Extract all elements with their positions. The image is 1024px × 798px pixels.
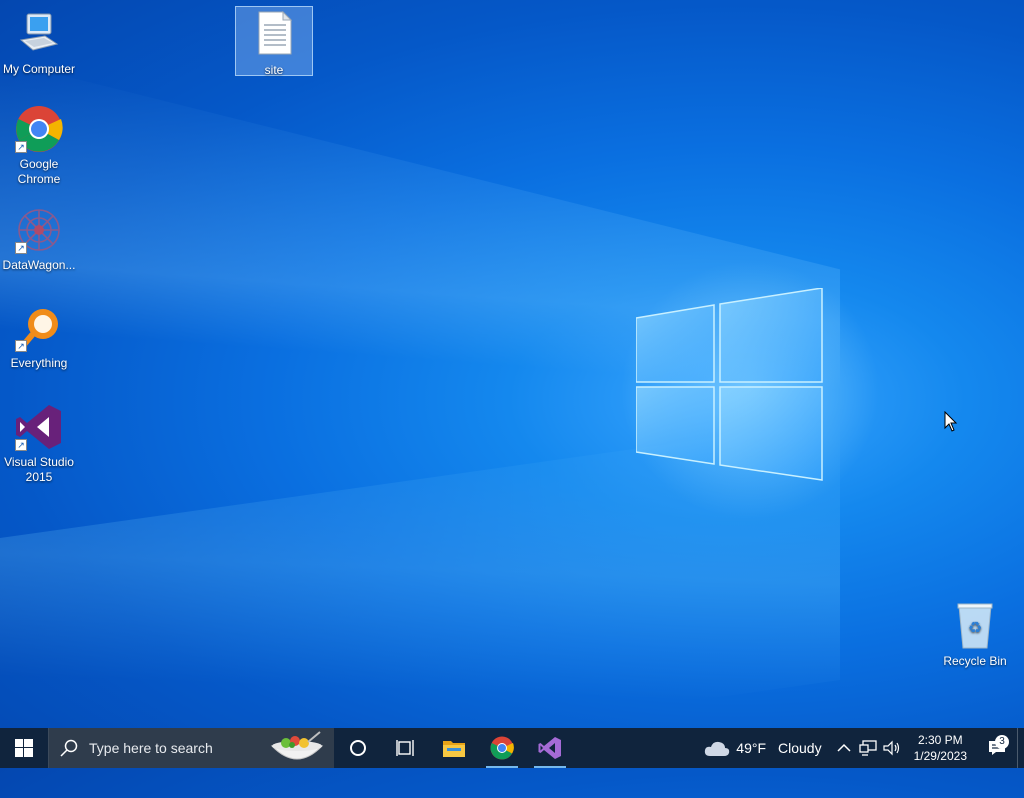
network-wired-icon [858, 740, 877, 756]
desktop-icon-label: Google Chrome [17, 157, 61, 186]
desktop-icon-datawagon[interactable]: ↗ DataWagon... [0, 206, 78, 273]
shortcut-arrow-icon: ↗ [15, 439, 27, 451]
start-button[interactable] [0, 728, 48, 768]
weather-widget[interactable]: 49°F Cloudy [694, 739, 831, 757]
shortcut-arrow-icon: ↗ [15, 242, 27, 254]
cloud-icon [705, 741, 730, 756]
folder-icon [443, 741, 465, 757]
search-highlight-salad-bowl-icon [270, 731, 324, 760]
datawagon-icon: ↗ [15, 206, 63, 254]
desktop-icon-label: site [264, 63, 284, 77]
show-desktop-button[interactable] [1017, 728, 1024, 768]
computer-icon [15, 10, 63, 58]
volume-button[interactable] [880, 740, 904, 756]
text-file-icon [250, 10, 298, 59]
mouse-cursor-icon [944, 411, 958, 432]
speaker-icon [883, 740, 899, 756]
desktop-icon-my-computer[interactable]: My Computer [0, 10, 78, 77]
desktop-icon-label: Visual Studio 2015 [4, 455, 74, 484]
windows-logo-wallpaper [636, 288, 823, 481]
cortana-button[interactable] [334, 728, 382, 768]
taskbar-file-explorer[interactable] [430, 728, 478, 768]
taskbar-google-chrome[interactable] [478, 728, 526, 768]
network-button[interactable] [856, 740, 880, 756]
search-placeholder: Type here to search [89, 740, 213, 756]
search-icon [49, 739, 89, 757]
desktop-icon-google-chrome[interactable]: ↗ Google Chrome [0, 105, 78, 187]
desktop-icon-label: My Computer [2, 62, 76, 76]
cortana-circle-icon [350, 740, 366, 756]
taskbar-search-box[interactable]: Type here to search [48, 728, 334, 768]
taskbar: Type here to search 49°F Cloudy 2:30 PM … [0, 728, 1024, 768]
action-center-button[interactable]: 3 [977, 735, 1017, 756]
system-tray: 49°F Cloudy 2:30 PM 1/29/2023 3 [694, 728, 1024, 768]
weather-condition: Cloudy [778, 740, 822, 756]
show-hidden-icons-button[interactable] [832, 743, 856, 753]
task-view-button[interactable] [382, 728, 430, 768]
visual-studio-icon [538, 737, 561, 759]
weather-temperature: 49°F [736, 740, 767, 756]
desktop-icon-visual-studio-2015[interactable]: ↗ Visual Studio 2015 [0, 403, 78, 485]
visual-studio-icon: ↗ [15, 403, 63, 451]
chrome-icon [490, 736, 514, 760]
everything-search-icon: ↗ [15, 304, 63, 352]
desktop-icon-everything[interactable]: ↗ Everything [0, 304, 78, 371]
clock-date: 1/29/2023 [913, 749, 967, 763]
desktop-icon-label: Everything [10, 356, 68, 370]
chevron-up-icon [837, 743, 851, 752]
windows-start-icon [15, 739, 33, 757]
shortcut-arrow-icon: ↗ [15, 340, 27, 352]
desktop-icon-site-file[interactable]: site [235, 6, 313, 77]
recycle-bin-icon: ♻ [951, 602, 999, 650]
taskbar-clock[interactable]: 2:30 PM 1/29/2023 [904, 732, 977, 764]
chrome-icon: ↗ [15, 105, 63, 153]
svg-text:♻: ♻ [968, 618, 982, 637]
desktop-icon-recycle-bin[interactable]: ♻ Recycle Bin [936, 602, 1014, 669]
notification-count-badge: 3 [995, 735, 1009, 749]
taskbar-visual-studio[interactable] [526, 728, 574, 768]
shortcut-arrow-icon: ↗ [15, 141, 27, 153]
desktop-icon-label: DataWagon... [2, 258, 76, 272]
clock-time: 2:30 PM [917, 733, 963, 747]
task-view-icon [396, 740, 414, 756]
desktop-icon-label: Recycle Bin [943, 654, 1007, 668]
